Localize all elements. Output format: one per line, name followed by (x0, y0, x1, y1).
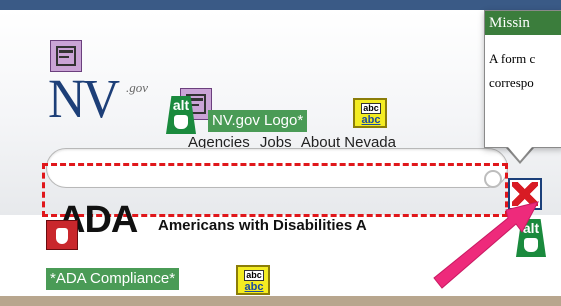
nv-gov-logo[interactable]: NV (48, 72, 120, 127)
abc-bottom-text: abc (244, 281, 264, 293)
image-structure-icon[interactable] (50, 40, 82, 72)
abc-text-icon[interactable]: abc abc (236, 265, 270, 295)
alt-text-label-ada: *ADA Compliance* (46, 268, 180, 290)
alt-tag-text: alt (172, 97, 190, 113)
arrow-icon (433, 201, 539, 289)
callout-pointer (508, 147, 532, 161)
top-bar (0, 0, 561, 10)
callout-body: A form c correspo (489, 47, 561, 95)
missing-label-callout: Missin A form c correspo (484, 10, 561, 148)
hand-icon (174, 115, 188, 129)
abc-bottom-text: abc (361, 114, 381, 126)
abc-top-text: abc (361, 103, 381, 114)
nv-gov-suffix: .gov (126, 80, 149, 95)
callout-line: A form c (489, 51, 536, 66)
link-hand-icon[interactable] (46, 220, 78, 250)
callout-title: Missin (485, 11, 561, 35)
ada-subtitle: Americans with Disabilities A (158, 217, 367, 234)
abc-top-text: abc (244, 270, 264, 281)
callout-line: correspo (489, 75, 534, 90)
abc-text-icon[interactable]: abc abc (353, 98, 387, 128)
alt-text-label-nvgov: NV.gov Logo* (208, 110, 308, 132)
